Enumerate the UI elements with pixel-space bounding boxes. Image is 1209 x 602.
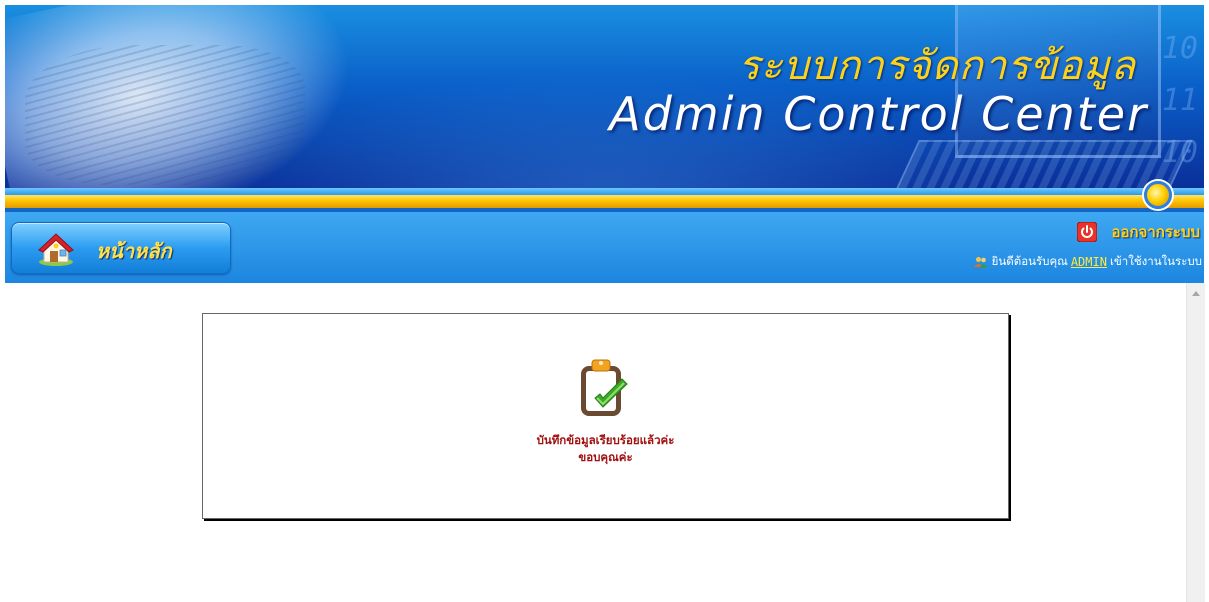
banner-binary-digits: 10 11 10	[1161, 31, 1198, 170]
power-icon	[1077, 222, 1098, 242]
clipboard-check-icon	[581, 359, 628, 416]
nav-bar: หน้าหลัก ออกจากระบบ ยินดีต้อนรับคุณ ADMI…	[5, 212, 1204, 283]
vertical-scrollbar[interactable]	[1186, 283, 1205, 602]
header-banner: 10 11 10 ระบบการจัดการข้อมูล Admin Contr…	[5, 5, 1204, 188]
welcome-message: ยินดีต้อนรับคุณ ADMIN เข้าใช้งานในระบบ	[973, 253, 1202, 271]
home-label: หน้าหลัก	[96, 239, 172, 263]
success-message-box: บันทึกข้อมูลเรียบร้อยแล้วค่ะ ขอบคุณค่ะ	[202, 313, 1009, 519]
welcome-suffix: เข้าใช้งานในระบบ	[1109, 254, 1202, 268]
page: 10 11 10 ระบบการจัดการข้อมูล Admin Contr…	[0, 0, 1209, 602]
home-icon	[38, 233, 74, 266]
username-link[interactable]: ADMIN	[1071, 255, 1107, 269]
banner-keyboard-graphic	[891, 140, 1193, 188]
success-message: บันทึกข้อมูลเรียบร้อยแล้วค่ะ	[536, 433, 675, 447]
home-button[interactable]: หน้าหลัก	[11, 222, 231, 274]
logout-button[interactable]: ออกจากระบบ	[1077, 220, 1200, 244]
gold-orb-decoration	[1144, 181, 1172, 209]
header-divider	[5, 188, 1204, 195]
users-icon	[973, 257, 988, 268]
thank-you-message: ขอบคุณค่ะ	[578, 450, 633, 464]
app-title: Admin Control Center	[609, 87, 1148, 141]
logout-label: ออกจากระบบ	[1111, 223, 1200, 241]
gold-stripe	[5, 195, 1204, 208]
welcome-prefix: ยินดีต้อนรับคุณ	[991, 254, 1068, 268]
scroll-up-arrow-icon[interactable]	[1192, 291, 1200, 296]
